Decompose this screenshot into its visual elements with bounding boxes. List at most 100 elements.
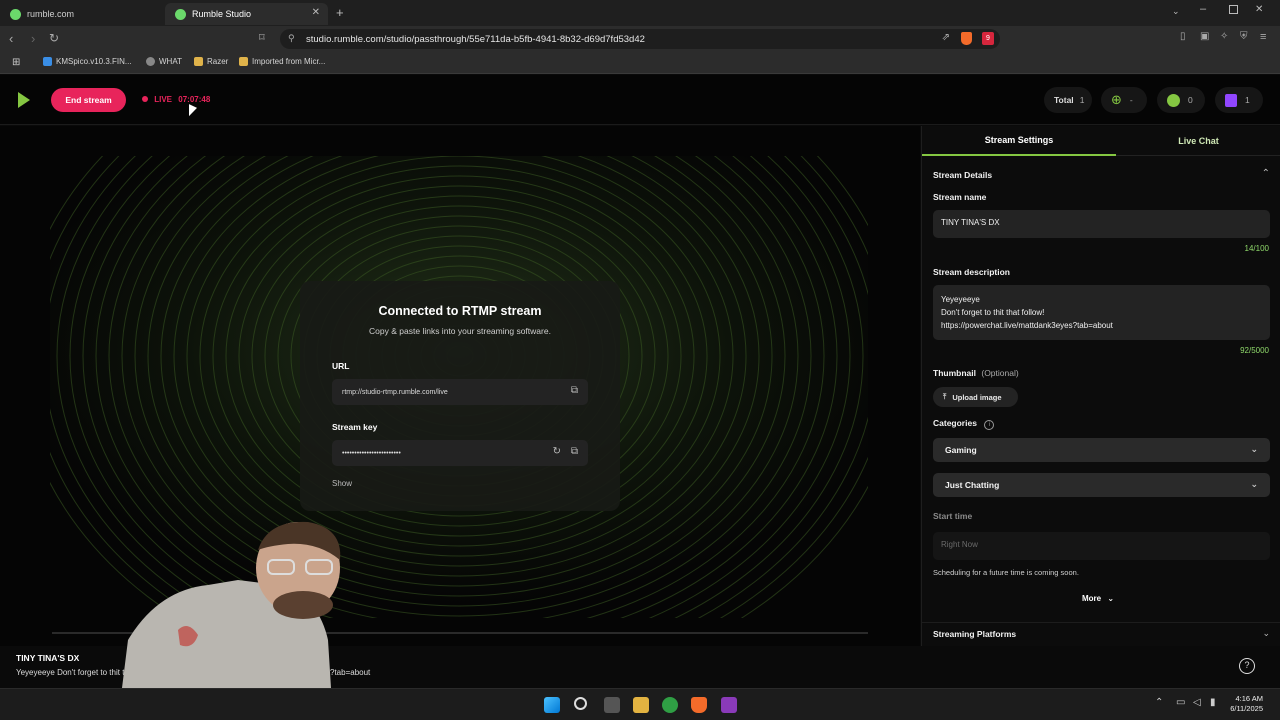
stream-description-counter: 92/5000 bbox=[1240, 346, 1269, 355]
sidebar-icon[interactable]: ▯ bbox=[1180, 31, 1186, 42]
tab-search-chevron-icon[interactable]: ⌄ bbox=[1172, 6, 1180, 17]
stream-description-label: Stream description bbox=[933, 267, 1010, 277]
help-icon[interactable]: ? bbox=[1239, 658, 1255, 674]
brave-shield-icon[interactable] bbox=[961, 32, 972, 45]
tab-rumble[interactable]: rumble.com bbox=[0, 3, 165, 25]
twitch-icon bbox=[1225, 93, 1237, 107]
tray-chevron-icon[interactable]: ⌃ bbox=[1155, 697, 1163, 708]
stream-details-heading[interactable]: Stream Details bbox=[933, 170, 992, 180]
stream-name-input[interactable]: TINY TINA'S DX bbox=[933, 210, 1270, 238]
back-arrow-icon[interactable]: ‹ bbox=[9, 31, 13, 46]
tab-label: rumble.com bbox=[27, 9, 75, 19]
leo-ai-icon[interactable]: ✧ bbox=[1220, 31, 1228, 42]
globe-icon: ⊕ bbox=[1111, 92, 1122, 107]
brave-browser-icon[interactable] bbox=[691, 697, 707, 713]
viewers-total[interactable]: Total 1 bbox=[1044, 87, 1092, 113]
live-indicator: LIVE 07:07:48 bbox=[142, 95, 210, 104]
studio-header: End stream LIVE 07:07:48 Total 1 ⊕ - 0 1 bbox=[0, 75, 1280, 125]
bookmark-imported[interactable]: Imported from Micr... bbox=[239, 57, 325, 66]
chevron-down-icon: ⌄ bbox=[1107, 594, 1115, 603]
bookmark-kmspico[interactable]: KMSpico.v10.3.FIN... bbox=[43, 57, 132, 66]
chevron-down-icon: ⌄ bbox=[1250, 479, 1258, 489]
stream-key-field[interactable]: •••••••••••••••••••••••• ↻ ⧉ bbox=[332, 440, 588, 466]
file-explorer-icon[interactable] bbox=[633, 697, 649, 713]
category-secondary-select[interactable]: Just Chatting ⌄ bbox=[933, 473, 1270, 497]
url-label: URL bbox=[332, 361, 350, 371]
more-button[interactable]: More ⌄ bbox=[1082, 594, 1114, 603]
copy-url-icon[interactable]: ⧉ bbox=[571, 385, 578, 396]
url-value: rtmp://studio-rtmp.rumble.com/live bbox=[342, 388, 448, 396]
viewers-twitch[interactable]: 1 bbox=[1215, 87, 1263, 113]
share-icon[interactable]: ⇗ bbox=[942, 32, 950, 43]
live-dot-icon bbox=[142, 96, 148, 102]
stream-name-counter: 14/100 bbox=[1244, 244, 1269, 253]
tab-rumble-studio[interactable]: Rumble Studio ✕ bbox=[165, 3, 328, 25]
categories-label: Categories i bbox=[933, 418, 995, 430]
viewers-rumble[interactable]: 0 bbox=[1157, 87, 1205, 113]
close-window-icon[interactable]: ✕ bbox=[1255, 4, 1263, 15]
tab-label: Rumble Studio bbox=[192, 9, 252, 19]
stream-key-value: •••••••••••••••••••••••• bbox=[342, 449, 401, 457]
browser-tab-bar: rumble.com Rumble Studio ✕ + ⌄ – ✕ bbox=[0, 0, 1280, 26]
globe-icon bbox=[146, 57, 155, 66]
thumbnail-label: Thumbnail (Optional) bbox=[933, 368, 1019, 378]
info-icon[interactable]: i bbox=[984, 420, 995, 430]
stream-description-input[interactable]: Yeyeyeeye Don't forget to thit that foll… bbox=[933, 285, 1270, 340]
divider bbox=[922, 622, 1280, 623]
wallet-icon[interactable]: ▣ bbox=[1200, 31, 1209, 42]
close-tab-icon[interactable]: ✕ bbox=[312, 7, 320, 18]
tab-stream-settings[interactable]: Stream Settings bbox=[922, 126, 1116, 156]
task-view-icon[interactable] bbox=[604, 697, 620, 713]
caption-text-left: Yeyeyeeye Don't forget to thit tha bbox=[16, 668, 134, 677]
viewers-web[interactable]: ⊕ - bbox=[1101, 87, 1147, 113]
mouse-cursor-icon bbox=[189, 104, 197, 120]
brave-rewards-icon[interactable]: 9 bbox=[982, 32, 994, 45]
volume-icon[interactable]: ◁ bbox=[1193, 697, 1201, 708]
streaming-platforms-heading[interactable]: Streaming Platforms bbox=[933, 629, 1016, 639]
collapse-details-chevron-icon[interactable]: ⌃ bbox=[1262, 168, 1270, 179]
folder-icon bbox=[194, 57, 203, 66]
start-time-input[interactable]: Right Now bbox=[933, 532, 1270, 560]
reload-icon[interactable]: ↻ bbox=[49, 31, 59, 45]
bookmark-what[interactable]: WHAT bbox=[146, 57, 182, 66]
new-tab-button[interactable]: + bbox=[336, 5, 344, 20]
rumble-favicon-icon bbox=[10, 8, 21, 20]
obs-app-icon[interactable] bbox=[721, 697, 737, 713]
rumble-logo-icon[interactable] bbox=[18, 92, 30, 108]
forward-arrow-icon[interactable]: › bbox=[31, 31, 35, 46]
stream-settings-panel: Stream Settings Live Chat Stream Details… bbox=[921, 126, 1280, 646]
bookmark-razer[interactable]: Razer bbox=[194, 57, 228, 66]
minimize-icon[interactable]: – bbox=[1200, 3, 1206, 15]
url-field[interactable]: rtmp://studio-rtmp.rumble.com/live ⧉ bbox=[332, 379, 588, 405]
network-icon[interactable]: ▭ bbox=[1176, 697, 1185, 708]
start-time-label: Start time bbox=[933, 511, 973, 521]
tab-live-chat[interactable]: Live Chat bbox=[1116, 126, 1280, 156]
rtmp-title: Connected to RTMP stream bbox=[378, 304, 542, 318]
expand-platforms-chevron-icon[interactable]: ⌄ bbox=[1262, 628, 1270, 639]
show-key-link[interactable]: Show bbox=[332, 479, 352, 488]
folder-icon bbox=[239, 57, 248, 66]
end-stream-button[interactable]: End stream bbox=[51, 88, 126, 112]
stream-key-label: Stream key bbox=[332, 422, 378, 432]
upload-image-button[interactable]: ⤒ Upload image bbox=[933, 387, 1018, 407]
system-clock[interactable]: 4:16 AM 6/11/2025 bbox=[1215, 694, 1263, 714]
bookmark-icon[interactable]: ⌑ bbox=[259, 31, 265, 44]
windows-taskbar: ⌃ ▭ ◁ ▮ 4:16 AM 6/11/2025 bbox=[0, 688, 1280, 720]
rtmp-subtitle: Copy & paste links into your streaming s… bbox=[369, 326, 551, 336]
vpn-icon[interactable]: ⛨ bbox=[1240, 31, 1248, 42]
menu-icon[interactable]: ≡ bbox=[1260, 31, 1266, 43]
site-info-icon[interactable]: ⚲ bbox=[288, 33, 295, 44]
schedule-note: Scheduling for a future time is coming s… bbox=[933, 568, 1079, 577]
maximize-icon[interactable] bbox=[1229, 5, 1238, 14]
category-primary-select[interactable]: Gaming ⌄ bbox=[933, 438, 1270, 462]
chevron-down-icon: ⌄ bbox=[1250, 444, 1258, 454]
xbox-icon[interactable] bbox=[662, 697, 678, 713]
windows-start-icon[interactable] bbox=[544, 697, 560, 713]
regenerate-key-icon[interactable]: ↻ bbox=[553, 446, 561, 457]
apps-grid-icon[interactable]: ⊞ bbox=[12, 57, 20, 68]
copy-key-icon[interactable]: ⧉ bbox=[571, 446, 578, 457]
url-text: studio.rumble.com/studio/passthrough/55e… bbox=[306, 33, 645, 45]
bookmarks-bar: ⊞ KMSpico.v10.3.FIN... WHAT Razer Import… bbox=[0, 52, 1280, 74]
search-icon[interactable] bbox=[574, 697, 587, 710]
address-bar[interactable]: ⚲ studio.rumble.com/studio/passthrough/5… bbox=[280, 29, 1000, 49]
